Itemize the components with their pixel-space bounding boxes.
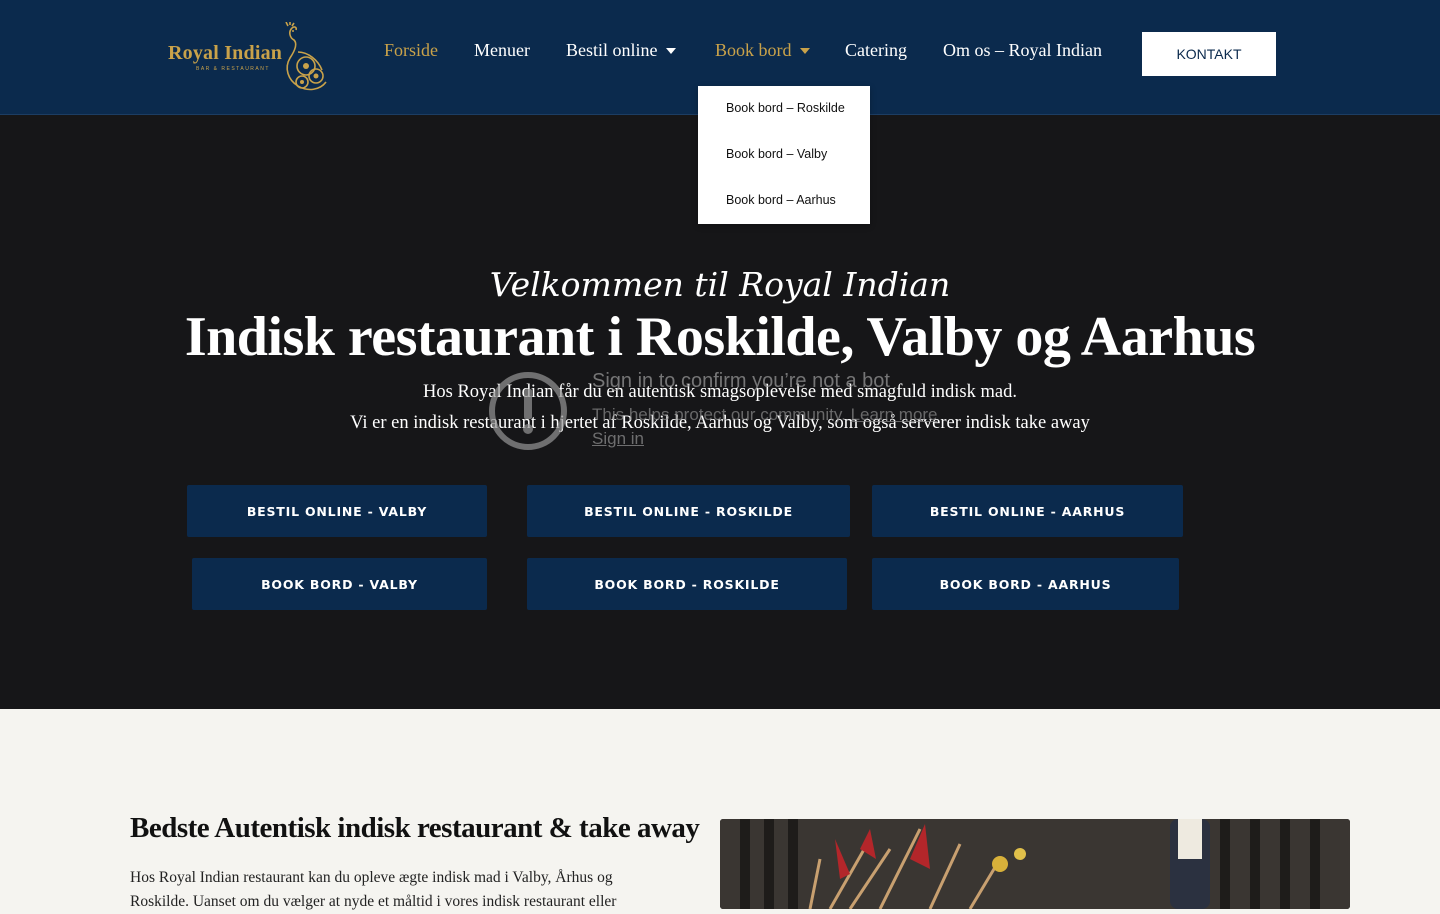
learn-more-link[interactable]: Learn more [851, 405, 938, 424]
kontakt-button[interactable]: KONTAKT [1142, 32, 1276, 76]
bot-check-title: Sign in to confirm you’re not a bot [592, 370, 890, 392]
dropdown-item-aarhus[interactable]: Book bord – Aarhus [726, 193, 836, 207]
book-bord-valby-button[interactable]: BOOK BORD - VALBY [192, 558, 487, 610]
bestil-online-roskilde-button[interactable]: BESTIL ONLINE - ROSKILDE [527, 485, 850, 537]
section-text: Hos Royal Indian restaurant kan du oplev… [130, 869, 617, 910]
book-bord-dropdown: Book bord – Roskilde Book bord – Valby B… [698, 86, 870, 224]
dropdown-item-roskilde[interactable]: Book bord – Roskilde [726, 101, 845, 115]
nav-forside[interactable]: Forside [384, 40, 438, 61]
nav-book-bord[interactable]: Book bord [715, 40, 810, 61]
dropdown-item-valby[interactable]: Book bord – Valby [726, 147, 827, 161]
restaurant-photo-image [720, 819, 1350, 909]
sign-in-link[interactable]: Sign in [592, 429, 644, 449]
nav-menuer-label: Menuer [474, 40, 530, 60]
logo[interactable]: Royal Indian BAR & RESTAURANT [168, 22, 328, 98]
bestil-online-aarhus-button[interactable]: BESTIL ONLINE - AARHUS [872, 485, 1183, 537]
hero-title: Indisk restaurant i Roskilde, Valby og A… [184, 306, 1256, 368]
nav-catering[interactable]: Catering [845, 40, 907, 61]
bot-check-subtitle-text: This helps protect our community. [592, 405, 846, 424]
nav-om-os-label: Om os – Royal Indian [943, 40, 1102, 60]
section-title: Bedste Autentisk indisk restaurant & tak… [130, 812, 700, 844]
alert-icon [489, 372, 567, 450]
restaurant-photo [720, 819, 1350, 909]
caret-down-icon [799, 47, 810, 54]
book-bord-roskilde-button[interactable]: BOOK BORD - ROSKILDE [527, 558, 847, 610]
nav-forside-label: Forside [384, 40, 438, 60]
book-bord-aarhus-button[interactable]: BOOK BORD - AARHUS [872, 558, 1179, 610]
peacock-icon [285, 22, 327, 91]
bestil-online-valby-button[interactable]: BESTIL ONLINE - VALBY [187, 485, 487, 537]
nav-menuer[interactable]: Menuer [474, 40, 530, 61]
logo-name: Royal Indian [168, 42, 283, 64]
logo-tagline: BAR & RESTAURANT [196, 66, 270, 72]
caret-down-icon [665, 47, 676, 54]
hero-script-title: Velkommen til Royal Indian [489, 265, 951, 304]
nav-om-os[interactable]: Om os – Royal Indian [943, 40, 1102, 61]
nav-book-bord-label: Book bord [715, 40, 792, 60]
bot-check-subtitle: This helps protect our community. Learn … [592, 405, 938, 425]
nav-bestil-online-label: Bestil online [566, 40, 658, 60]
nav-catering-label: Catering [845, 40, 907, 60]
nav-bestil-online[interactable]: Bestil online [566, 40, 676, 61]
